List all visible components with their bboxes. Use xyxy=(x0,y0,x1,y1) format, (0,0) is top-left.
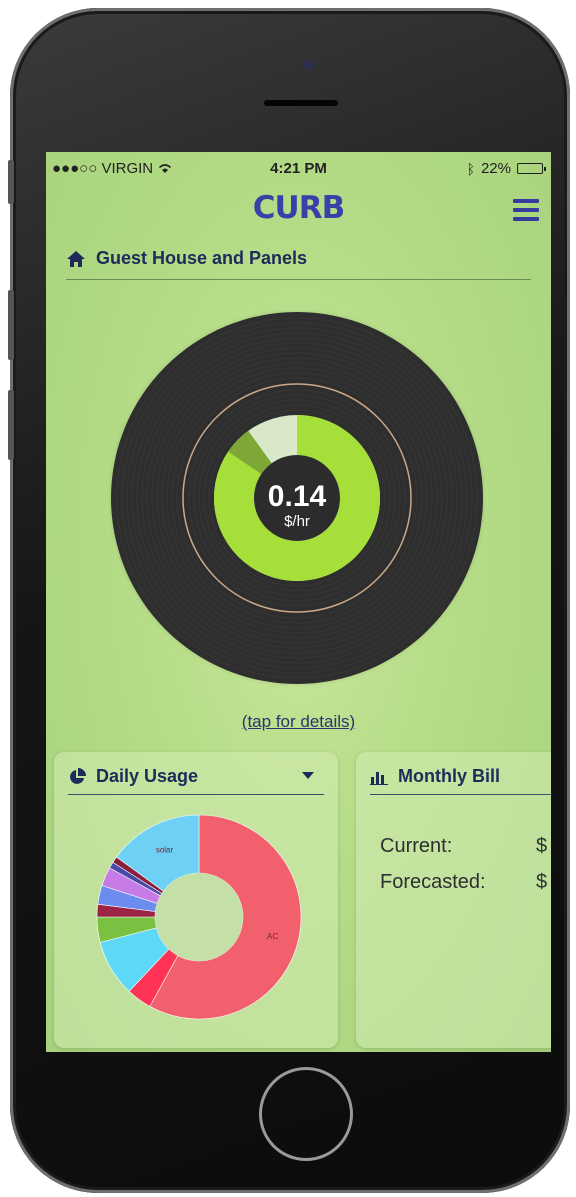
bill-current-value: $ xyxy=(536,835,548,857)
bluetooth-icon: ᛒ xyxy=(466,160,475,177)
daily-usage-header[interactable]: Daily Usage xyxy=(68,766,198,787)
front-camera xyxy=(304,60,313,69)
bill-forecasted-label: Forecasted: xyxy=(380,871,486,893)
bill-row-forecasted: Forecasted: $ xyxy=(380,864,547,900)
monthly-bill-card[interactable]: Monthly Bill Current: $ Forecasted: $ xyxy=(356,752,551,1048)
daily-usage-title: Daily Usage xyxy=(96,766,199,786)
bill-rows: Current: $ Forecasted: $ xyxy=(380,828,547,900)
hamburger-menu-icon[interactable] xyxy=(513,199,539,226)
mute-switch[interactable] xyxy=(8,160,14,204)
battery-percent: 22% xyxy=(480,160,511,177)
tap-for-details-link[interactable]: (tap for details) xyxy=(46,712,551,732)
daily-usage-divider xyxy=(68,794,324,795)
donut-label-ac: AC xyxy=(267,932,278,941)
monthly-bill-divider xyxy=(370,794,551,795)
monthly-bill-header[interactable]: Monthly Bill xyxy=(370,766,500,787)
chevron-down-icon[interactable] xyxy=(302,772,314,779)
home-icon xyxy=(67,250,85,267)
location-name: Guest House and Panels xyxy=(96,248,308,268)
bar-chart-icon xyxy=(370,771,388,785)
bill-forecasted-value: $ xyxy=(536,871,548,893)
bill-row-current: Current: $ xyxy=(380,828,547,864)
battery-icon xyxy=(517,163,546,174)
daily-usage-donut-chart[interactable]: AC solar xyxy=(94,812,304,1022)
monthly-bill-title: Monthly Bill xyxy=(398,766,500,786)
volume-down-button[interactable] xyxy=(8,390,14,460)
daily-usage-card[interactable]: Daily Usage AC solar xyxy=(54,752,338,1048)
volume-up-button[interactable] xyxy=(8,290,14,360)
gauge-unit: $/hr xyxy=(284,513,310,530)
cost-gauge[interactable]: 0.14 $/hr xyxy=(109,310,485,686)
app-logo: CURB xyxy=(252,190,345,226)
app-screen: ●●●○○ VIRGIN 4:21 PM ᛒ 22% CURB Guest Ho… xyxy=(46,152,551,1052)
donut-hole xyxy=(155,873,243,961)
status-bar: ●●●○○ VIRGIN 4:21 PM ᛒ 22% xyxy=(46,152,551,182)
location-divider xyxy=(66,279,531,280)
earpiece-speaker xyxy=(264,100,338,106)
bill-current-label: Current: xyxy=(380,835,453,857)
gauge-value: 0.14 xyxy=(268,480,327,513)
home-button[interactable] xyxy=(259,1067,353,1161)
status-right: ᛒ 22% xyxy=(466,160,546,177)
location-header[interactable]: Guest House and Panels xyxy=(66,248,307,269)
donut-label-solar: solar xyxy=(156,845,174,854)
pie-chart-icon xyxy=(70,767,86,784)
